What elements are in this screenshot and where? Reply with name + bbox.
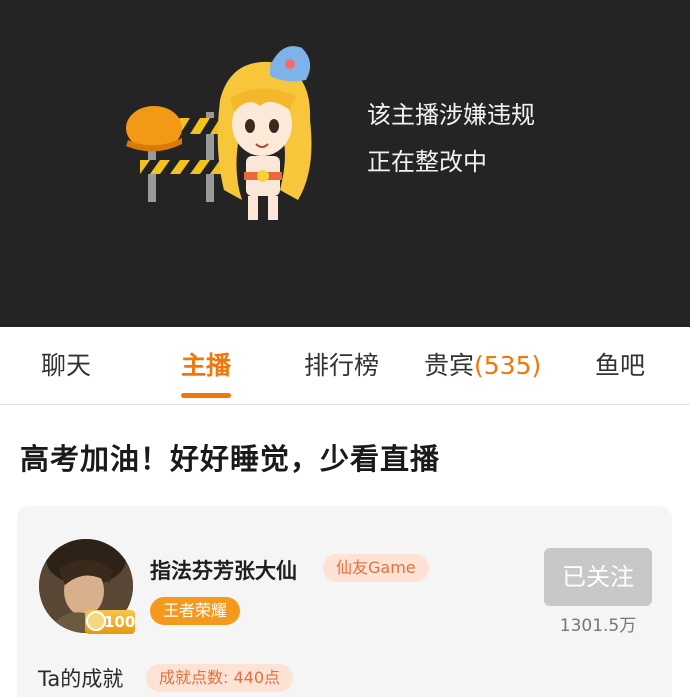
streamer-name[interactable]: 指法芬芳张大仙 [150,555,297,585]
tab-bar: 聊天 主播 排行榜 贵宾(535) 鱼吧 [0,327,690,405]
tab-streamer-label: 主播 [181,351,232,380]
tab-vip[interactable]: 贵宾(535) [424,327,541,405]
notice-line-2: 正在整改中 [367,148,487,176]
video-player-area[interactable]: 该主播涉嫌违规 正在整改中 [0,0,690,327]
tab-vip-label: 贵宾 [424,351,475,380]
streamer-card: 100 指法芬芳张大仙 仙友Game 王者荣耀 已关注 1301.5万 Ta的成… [17,506,672,697]
tab-chat-label: 聊天 [41,351,92,380]
active-tab-indicator [181,393,231,398]
mascot-construction-icon [126,46,312,220]
tab-ranking[interactable]: 排行榜 [304,327,379,405]
tab-chat[interactable]: 聊天 [41,327,91,405]
tab-vip-count: (535) [474,351,542,380]
organization-tag[interactable]: 仙友Game [323,554,429,582]
game-category-tag[interactable]: 王者荣耀 [150,597,241,625]
violation-notice: 该主播涉嫌违规 正在整改中 [367,92,535,186]
achievement-points-badge[interactable]: 成就点数: 440点 [146,664,294,692]
tab-ranking-label: 排行榜 [304,351,380,380]
achievements-label: Ta的成就 [38,667,124,691]
tab-fish-bar-label: 鱼吧 [595,351,646,380]
streamer-announcement: 高考加油！好好睡觉，少看直播 [20,442,441,476]
follow-button[interactable]: 已关注 [544,548,652,606]
tab-fish-bar[interactable]: 鱼吧 [595,327,645,405]
level-badge-icon: 100 [85,610,135,634]
notice-line-1: 该主播涉嫌违规 [367,101,535,129]
level-value: 100 [104,613,136,631]
follower-count: 1301.5万 [559,616,637,636]
